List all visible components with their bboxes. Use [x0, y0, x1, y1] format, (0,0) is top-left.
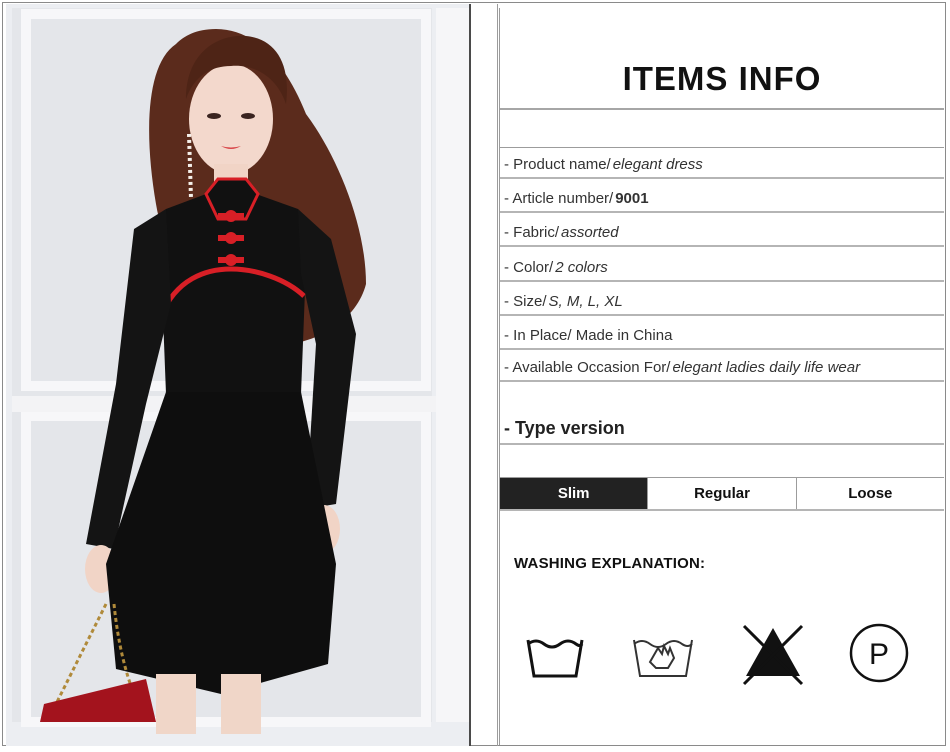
occasion-value: elegant ladies daily life wear	[672, 359, 861, 376]
product-photo	[6, 4, 470, 746]
product-name-value: elegant dress	[612, 156, 703, 173]
color-value: 2 colors	[555, 259, 608, 276]
dry-clean-letter: P	[869, 638, 889, 671]
fit-selector: Slim Regular Loose	[500, 477, 944, 511]
fabric-value: assorted	[561, 224, 619, 241]
fit-option-slim[interactable]: Slim	[500, 478, 649, 509]
fabric-label: - Fabric/	[504, 224, 560, 241]
dry-clean-p-icon: P	[849, 623, 909, 683]
column-divider-right	[497, 4, 498, 746]
occasion-label: - Available Occasion For/	[504, 359, 671, 376]
machine-wash-icon	[526, 639, 584, 678]
washing-explanation-title: WASHING EXPLANATION:	[514, 555, 706, 572]
type-version-row: - Type version	[500, 413, 944, 445]
color-row: - Color/ 2 colors	[500, 247, 944, 282]
size-value: S, M, L, XL	[548, 293, 623, 310]
color-label: - Color/	[504, 259, 554, 276]
model-in-black-dress-image	[6, 4, 470, 746]
article-number-label: - Article number/	[504, 190, 614, 207]
do-not-bleach-icon	[742, 624, 804, 686]
items-info-panel: ITEMS INFO - Product name/ elegant dress…	[499, 8, 944, 745]
washing-icons: P	[500, 618, 944, 708]
product-name-row: - Product name/ elegant dress	[500, 148, 944, 179]
items-info-header: ITEMS INFO	[500, 8, 944, 110]
type-version-label: - Type version	[504, 417, 625, 438]
article-number-row: - Article number/ 9001	[500, 179, 944, 213]
hand-wash-icon	[633, 639, 693, 677]
product-name-label: - Product name/	[504, 156, 611, 173]
made-in-row: - In Place/ Made in China	[500, 316, 944, 350]
spacer-row	[500, 110, 944, 148]
items-info-title: ITEMS INFO	[622, 60, 822, 97]
fabric-row: - Fabric/ assorted	[500, 213, 944, 247]
fit-option-loose[interactable]: Loose	[797, 478, 944, 509]
fit-option-regular[interactable]: Regular	[648, 478, 797, 509]
size-label: - Size/	[504, 293, 547, 310]
size-row: - Size/ S, M, L, XL	[500, 282, 944, 316]
column-divider-left	[469, 4, 471, 746]
occasion-row: - Available Occasion For/ elegant ladies…	[500, 350, 944, 382]
made-in-label: - In Place/ Made in China	[504, 327, 673, 344]
article-number-value: 9001	[615, 190, 649, 207]
